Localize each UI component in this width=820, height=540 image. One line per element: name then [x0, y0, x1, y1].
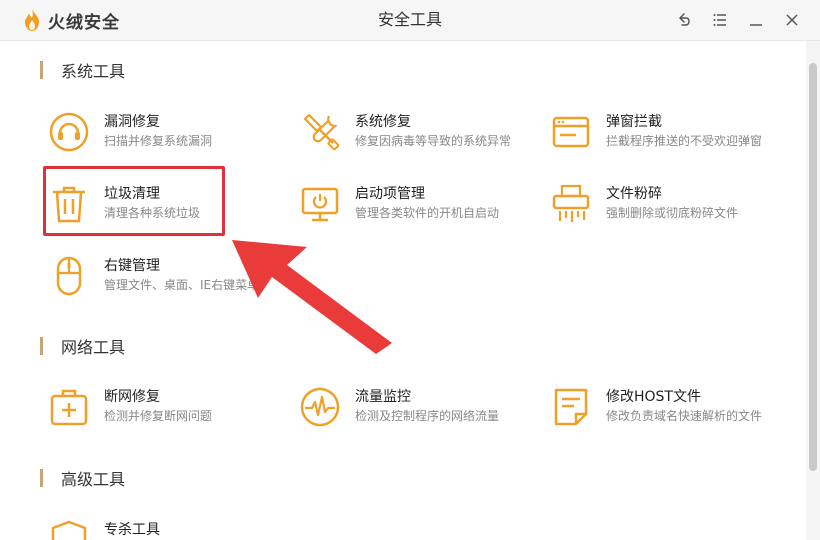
section-title: 网络工具: [61, 338, 126, 357]
system-repair-icon: [303, 113, 340, 151]
scrollbar-thumb[interactable]: [809, 63, 817, 471]
tool-file-shredder[interactable]: 文件粉碎 强制删除或彻底粉碎文件: [550, 179, 790, 229]
tool-traffic-monitor[interactable]: 流量监控 检测及控制程序的网络流量: [299, 382, 539, 432]
tools-panel: 系统工具 漏洞修复 扫描并修复系统漏洞 系统修复 修复因病毒等导致的系统异常 弹…: [0, 41, 806, 540]
back-icon: [679, 13, 690, 26]
section-marker: [40, 337, 43, 355]
tool-system-repair[interactable]: 系统修复 修复因病毒等导致的系统异常: [299, 107, 539, 157]
tool-desc: 扫描并修复系统漏洞: [104, 134, 213, 148]
tool-desc: 检测及控制程序的网络流量: [355, 409, 500, 423]
tool-name: 启动项管理: [355, 186, 425, 202]
back-button[interactable]: [670, 6, 698, 34]
close-button[interactable]: [778, 6, 806, 34]
mouse-icon: [56, 256, 82, 296]
close-icon: [786, 14, 798, 26]
traffic-monitor-icon: [300, 387, 340, 427]
section-marker: [40, 469, 43, 487]
tool-desc: 管理各类软件的开机自启动: [355, 206, 500, 220]
tool-host-file[interactable]: 修改HOST文件 修改负责域名快速解析的文件: [550, 382, 790, 432]
tool-name: 弹窗拦截: [606, 114, 662, 130]
section-system-tools: 系统工具: [40, 60, 126, 81]
tool-vulnerability-fix[interactable]: 漏洞修复 扫描并修复系统漏洞: [48, 107, 288, 157]
tool-startup-manager[interactable]: 启动项管理 管理各类软件的开机自启动: [299, 179, 539, 229]
startup-icon: [301, 187, 339, 222]
tool-desc: 修复因病毒等导致的系统异常: [355, 134, 512, 148]
tool-name: 右键管理: [104, 258, 160, 274]
tool-dedicated-killer[interactable]: 专杀工具: [48, 515, 288, 540]
section-network-tools: 网络工具: [40, 336, 126, 357]
tool-desc: 检测并修复断网问题: [104, 409, 213, 423]
tool-desc: 修改负责域名快速解析的文件: [606, 409, 763, 423]
vertical-scrollbar[interactable]: [806, 41, 820, 540]
menu-button[interactable]: [706, 6, 734, 34]
section-advanced-tools: 高级工具: [40, 468, 126, 489]
shield-icon: [51, 520, 87, 540]
tool-popup-block[interactable]: 弹窗拦截 拦截程序推送的不受欢迎弹窗: [550, 107, 790, 157]
tool-name: 修改HOST文件: [606, 389, 701, 405]
host-file-icon: [554, 388, 588, 426]
menu-icon: [713, 14, 726, 26]
minimize-button[interactable]: [742, 6, 770, 34]
minimize-icon: [750, 24, 762, 26]
tool-desc: 管理文件、桌面、IE右键菜单: [104, 278, 260, 292]
tool-desc: 强制删除或彻底粉碎文件: [606, 206, 739, 220]
section-title: 高级工具: [61, 470, 126, 489]
tool-network-repair[interactable]: 断网修复 检测并修复断网问题: [48, 382, 288, 432]
title-bar: 火绒安全 安全工具: [0, 0, 820, 41]
highlight-annotation-box: [43, 166, 225, 236]
tool-name: 流量监控: [355, 389, 411, 405]
tool-context-menu-manager[interactable]: 右键管理 管理文件、桌面、IE右键菜单: [48, 251, 288, 301]
vulnerability-fix-icon: [49, 112, 89, 152]
tool-name: 专杀工具: [104, 522, 160, 538]
network-repair-icon: [50, 389, 88, 426]
tool-desc: 拦截程序推送的不受欢迎弹窗: [606, 134, 763, 148]
tool-name: 文件粉碎: [606, 186, 662, 202]
tool-name: 系统修复: [355, 114, 411, 130]
section-marker: [40, 61, 43, 79]
popup-block-icon: [552, 116, 590, 148]
section-title: 系统工具: [61, 62, 126, 81]
shredder-icon: [552, 184, 590, 222]
tool-name: 漏洞修复: [104, 114, 160, 130]
tool-name: 断网修复: [104, 389, 160, 405]
